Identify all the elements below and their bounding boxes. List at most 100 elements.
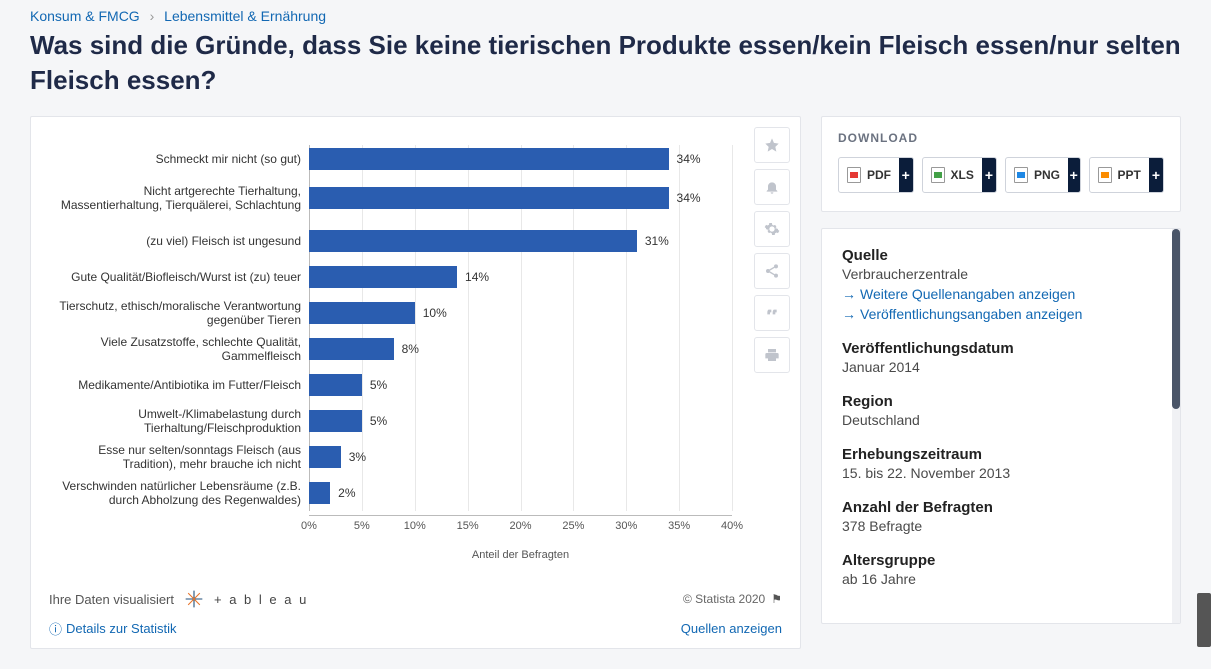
download-xls-button[interactable]: XLS + xyxy=(922,157,998,193)
settings-button[interactable] xyxy=(754,211,790,247)
plus-badge: + xyxy=(899,158,913,192)
sources-link[interactable]: Quellen anzeigen xyxy=(681,619,782,638)
chart-x-axis: 0%5%10%15%20%25%30%35%40% xyxy=(309,515,732,547)
download-png-label: PNG xyxy=(1034,168,1060,182)
chart-bar-row: 14% xyxy=(309,259,732,295)
meta-more-sources-link[interactable]: →Weitere Quellenangaben anzeigen xyxy=(842,286,1160,302)
chart-bar[interactable] xyxy=(309,410,362,432)
chart-x-tick: 20% xyxy=(509,520,531,532)
chart-y-label: Viele Zusatzstoffe, schlechte Qualität, … xyxy=(49,331,309,367)
chart-y-label: (zu viel) Fleisch ist ungesund xyxy=(49,223,309,259)
breadcrumb-link-1[interactable]: Konsum & FMCG xyxy=(30,8,140,24)
chart-bar-value-label: 3% xyxy=(349,450,366,464)
chart-y-label: Tierschutz, ethisch/moralische Verantwor… xyxy=(49,295,309,331)
chart-x-tick: 30% xyxy=(615,520,637,532)
meta-region-value: Deutschland xyxy=(842,412,1160,428)
meta-panel: Quelle Verbraucherzentrale →Weitere Quel… xyxy=(821,228,1181,624)
chart-x-tick: 40% xyxy=(721,520,743,532)
meta-n-label: Anzahl der Befragten xyxy=(842,499,1160,516)
chart-bar[interactable] xyxy=(309,187,669,209)
chart-bar[interactable] xyxy=(309,302,415,324)
chart-x-tick: 0% xyxy=(301,520,317,532)
chart-bar-value-label: 31% xyxy=(645,234,669,248)
chart-y-label: Schmeckt mir nicht (so gut) xyxy=(49,145,309,173)
download-png-button[interactable]: PNG + xyxy=(1005,157,1081,193)
chart-bars-column: 34%34%31%14%10%8%5%5%3%2% 0%5%10%15%20%2… xyxy=(309,145,732,561)
chart-x-title: Anteil der Befragten xyxy=(309,549,732,561)
chart-bar-value-label: 5% xyxy=(370,378,387,392)
meta-region-label: Region xyxy=(842,393,1160,410)
xls-file-icon xyxy=(931,167,945,183)
bell-icon xyxy=(764,179,780,195)
tableau-logo-icon xyxy=(184,589,204,609)
chart-bar[interactable] xyxy=(309,482,330,504)
chart-bar-value-label: 8% xyxy=(402,342,419,356)
download-panel: DOWNLOAD PDF + XLS + PNG + PPT xyxy=(821,116,1181,212)
download-heading: DOWNLOAD xyxy=(838,131,1164,145)
meta-n-value: 378 Befragte xyxy=(842,518,1160,534)
page-title: Was sind die Gründe, dass Sie keine tier… xyxy=(30,28,1181,98)
chart-y-label: Verschwinden natürlicher Lebensräume (z.… xyxy=(49,475,309,511)
chart-y-labels: Schmeckt mir nicht (so gut)Nicht artgere… xyxy=(49,145,309,561)
plus-badge: + xyxy=(982,158,996,192)
info-icon: ⓘ xyxy=(49,619,62,638)
chart-x-tick: 25% xyxy=(562,520,584,532)
cite-button[interactable] xyxy=(754,295,790,331)
chart-plot: 34%34%31%14%10%8%5%5%3%2% xyxy=(309,145,732,511)
meta-period-value: 15. bis 22. November 2013 xyxy=(842,465,1160,481)
meta-more-pub-label: Veröffentlichungsangaben anzeigen xyxy=(860,306,1082,322)
copyright-text: © Statista 2020 xyxy=(683,592,765,606)
share-icon xyxy=(764,263,780,279)
meta-age-value: ab 16 Jahre xyxy=(842,571,1160,587)
details-link-label: Details zur Statistik xyxy=(66,621,177,636)
download-pdf-button[interactable]: PDF + xyxy=(838,157,914,193)
chart-bar-value-label: 5% xyxy=(370,414,387,428)
chart-bar-value-label: 14% xyxy=(465,270,489,284)
plus-badge: + xyxy=(1149,158,1163,192)
meta-scrollbar-track[interactable] xyxy=(1172,229,1180,623)
print-button[interactable] xyxy=(754,337,790,373)
chart-bar-row: 34% xyxy=(309,173,732,223)
visualized-by-label: Ihre Daten visualisiert xyxy=(49,592,174,607)
chart-bar-row: 5% xyxy=(309,367,732,403)
breadcrumb-link-2[interactable]: Lebensmittel & Ernährung xyxy=(164,8,326,24)
favorite-button[interactable] xyxy=(754,127,790,163)
chart-bar-value-label: 34% xyxy=(677,191,701,205)
pdf-file-icon xyxy=(847,167,861,183)
chart-area: Schmeckt mir nicht (so gut)Nicht artgere… xyxy=(49,135,782,571)
gear-icon xyxy=(764,221,780,237)
download-xls-label: XLS xyxy=(951,168,974,182)
meta-more-sources-label: Weitere Quellenangaben anzeigen xyxy=(860,286,1075,302)
breadcrumb-separator: › xyxy=(150,8,155,24)
chart-grid-line xyxy=(732,145,733,511)
chart-y-label: Nicht artgerechte Tierhaltung, Massentie… xyxy=(49,173,309,223)
chart-bar[interactable] xyxy=(309,148,669,170)
chart-bar[interactable] xyxy=(309,338,394,360)
arrow-right-icon: → xyxy=(842,286,856,302)
notify-button[interactable] xyxy=(754,169,790,205)
flag-icon[interactable]: ⚑ xyxy=(771,592,782,606)
details-link[interactable]: ⓘ Details zur Statistik xyxy=(49,619,177,638)
chart-y-label: Esse nur selten/sonntags Fleisch (aus Tr… xyxy=(49,439,309,475)
chart-bar[interactable] xyxy=(309,374,362,396)
share-button[interactable] xyxy=(754,253,790,289)
meta-more-pub-link[interactable]: →Veröffentlichungsangaben anzeigen xyxy=(842,306,1160,322)
chart-bar[interactable] xyxy=(309,230,637,252)
chart-bar-row: 8% xyxy=(309,331,732,367)
chart-bar-row: 2% xyxy=(309,475,732,511)
star-icon xyxy=(764,137,780,153)
ppt-file-icon xyxy=(1098,167,1112,183)
arrow-right-icon: → xyxy=(842,306,856,322)
chart-bar-row: 3% xyxy=(309,439,732,475)
chart-bar[interactable] xyxy=(309,266,457,288)
page-scrollbar-thumb[interactable] xyxy=(1197,593,1211,647)
chart-side-actions xyxy=(754,127,790,373)
chart-bar-row: 10% xyxy=(309,295,732,331)
meta-source-value: Verbraucherzentrale xyxy=(842,266,1160,282)
meta-scrollbar-thumb[interactable] xyxy=(1172,229,1180,409)
chart-y-label: Umwelt-/Klimabelastung durch Tierhaltung… xyxy=(49,403,309,439)
chart-bar[interactable] xyxy=(309,446,341,468)
plus-badge: + xyxy=(1068,158,1079,192)
download-ppt-label: PPT xyxy=(1118,168,1141,182)
download-ppt-button[interactable]: PPT + xyxy=(1089,157,1165,193)
